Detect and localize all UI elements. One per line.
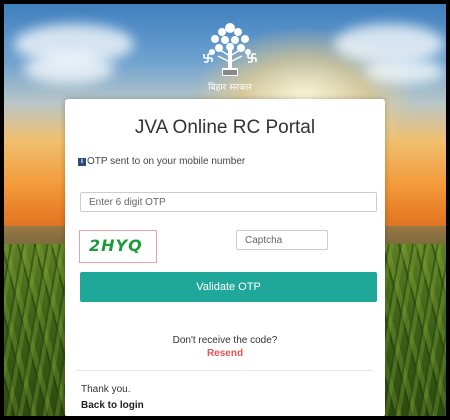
page-frame: बिहार सरकार JVA Online RC Portal i OTP s… [4,4,446,416]
emblem-caption: बिहार सरकार [208,83,252,93]
back-to-login-link[interactable]: Back to login [81,400,144,411]
otp-input[interactable] [80,192,377,212]
captcha-image: 2HYQ [79,230,157,263]
divider [77,370,373,371]
validate-otp-button[interactable]: Validate OTP [80,272,377,302]
resend-link[interactable]: Resend [65,348,385,359]
otp-info-message: i OTP sent to on your mobile number [78,156,245,167]
captcha-text: 2HYQ [89,236,143,255]
otp-card: JVA Online RC Portal i OTP sent to on yo… [65,99,385,416]
info-icon: i [78,157,86,166]
thanks-text: Thank you. [81,384,131,395]
otp-info-text: OTP sent to on your mobile number [87,156,246,167]
no-code-text: Don't receive the code? [172,335,278,346]
page-title: JVA Online RC Portal [134,117,316,138]
captcha-input[interactable] [236,230,328,250]
